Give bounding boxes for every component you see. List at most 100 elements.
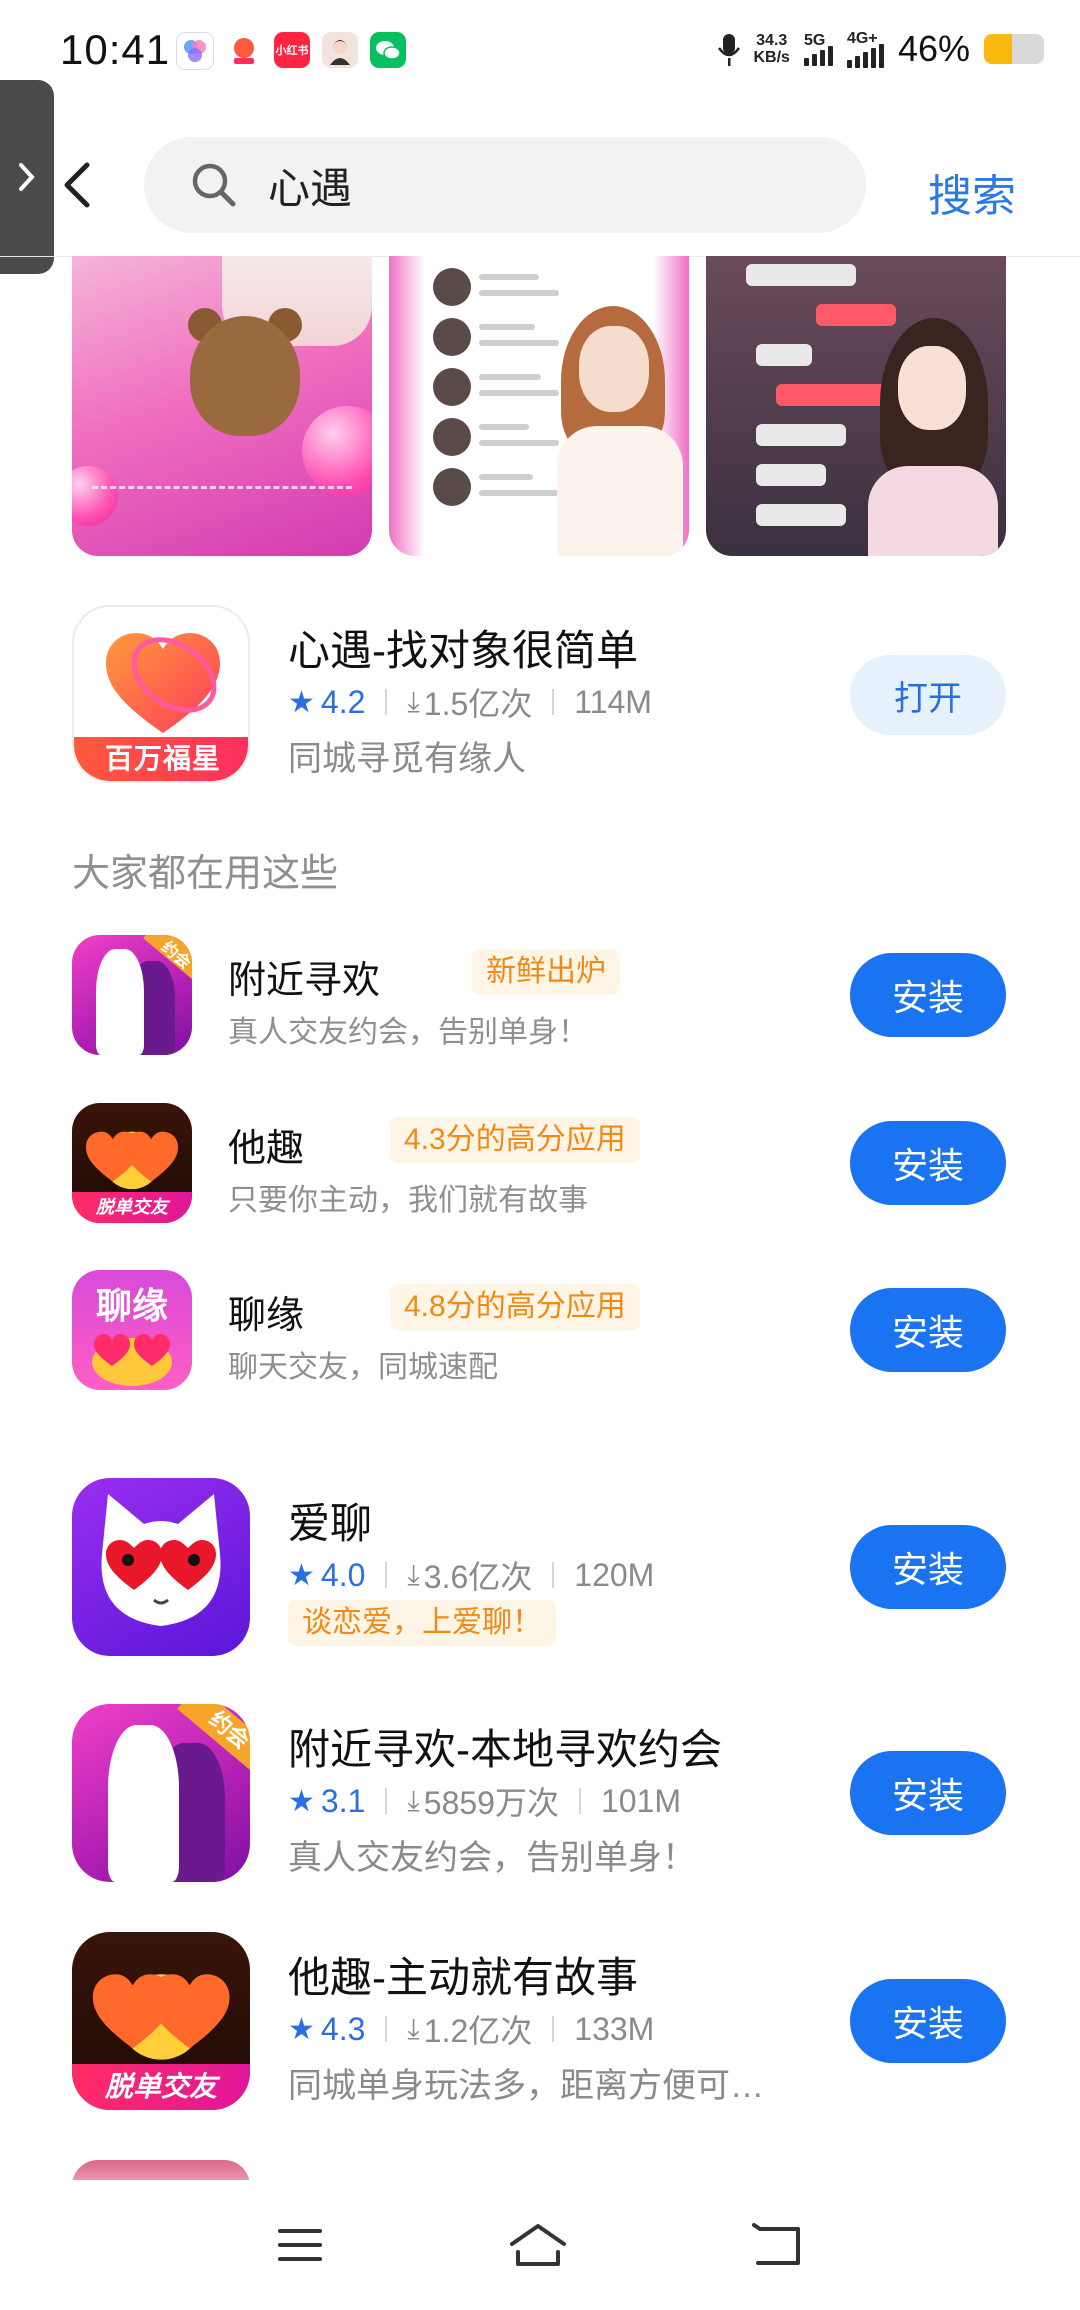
app-icon-ailiao[interactable] [72, 1478, 250, 1656]
app-title[interactable]: 他趣-主动就有故事 [288, 1944, 638, 2005]
screenshot-2[interactable] [389, 256, 689, 556]
app-store-icon [176, 32, 214, 70]
app-name[interactable]: 他趣 [228, 1117, 304, 1172]
hearts-icon [85, 1131, 179, 1190]
home-button[interactable] [508, 2220, 568, 2270]
app-icon-liaoyuan[interactable]: 聊缘 [72, 1270, 192, 1390]
app-description: 聊天交友，同城速配 [228, 1351, 498, 1384]
signal-4g-label: 4G+ [846, 30, 878, 47]
meta-divider [552, 2016, 555, 2042]
chat-bubble [756, 344, 812, 366]
back-button[interactable] [56, 158, 98, 212]
result-item[interactable]: 脱单交友 他趣-主动就有故事 ★ 4.3 ⤓ 1.2亿次 133M 同城单身玩法… [72, 1932, 1006, 2112]
app-icon-taqu[interactable]: 脱单交友 [72, 1103, 192, 1223]
search-button[interactable]: 搜索 [928, 160, 1016, 224]
silhouette-shape [107, 1725, 179, 1882]
recommended-item[interactable]: 脱单交友 他趣 4.3分的高分应用 只要你主动，我们就有故事 安装 [72, 1103, 1006, 1225]
app-icon-fujinxunhuan[interactable]: 约会 [72, 935, 192, 1055]
screenshot-3[interactable] [706, 256, 1006, 556]
decor-ball [72, 466, 118, 526]
app-size: 114M [574, 683, 652, 720]
app-downloads: 5859万次 [423, 1785, 559, 1821]
app-rating: 4.0 [320, 1556, 366, 1593]
app-meta: ★ 4.0 ⤓ 3.6亿次 120M [288, 1552, 654, 1598]
install-button[interactable]: 安装 [850, 1525, 1006, 1609]
recommended-item[interactable]: 聊缘 聊缘 4.8分的高分应用 聊天交友，同城速配 安装 [72, 1270, 1006, 1392]
star-icon: ★ [288, 1558, 315, 1592]
wechat-icon [370, 32, 406, 68]
result-item[interactable]: 约会 附近寻欢-本地寻欢约会 ★ 3.1 ⤓ 5859万次 101M 真人交友约… [72, 1704, 1006, 1884]
chat-bubble [756, 504, 846, 526]
screenshot-figure [549, 276, 689, 556]
app-icon-taqu[interactable]: 脱单交友 [72, 1932, 250, 2110]
recommended-item[interactable]: 约会 附近寻欢 新鲜出炉 真人交友约会，告别单身！ 安装 [72, 935, 1006, 1057]
install-button[interactable]: 安装 [850, 1121, 1006, 1205]
search-query[interactable]: 心遇 [268, 155, 352, 216]
app-badge: 4.3分的高分应用 [390, 1117, 640, 1163]
install-button[interactable]: 安装 [850, 1751, 1006, 1835]
notification-icons: 小红书 [176, 32, 406, 70]
icon-banner: 脱单交友 [72, 1191, 192, 1223]
heart-eyes-emoji-icon [92, 1334, 172, 1386]
open-button[interactable]: 打开 [850, 655, 1006, 735]
decor-dashed-line [92, 486, 352, 489]
download-icon: ⤓ [407, 1784, 420, 1816]
chevron-right-icon [19, 163, 35, 191]
install-button[interactable]: 安装 [850, 1979, 1006, 2063]
chat-row [433, 314, 559, 360]
app-badge: 4.8分的高分应用 [390, 1284, 640, 1330]
chat-row [433, 264, 559, 310]
star-icon: ★ [288, 685, 315, 719]
network-speed-value: 34.3 [756, 32, 788, 49]
app-downloads: 1.2亿次 [423, 2013, 533, 2049]
app-badge: 谈恋爱，上爱聊！ [288, 1600, 556, 1646]
app-description: 真人交友约会，告别单身！ [228, 1016, 588, 1049]
icon-banner: 百万福星 [74, 737, 248, 781]
signal-5g-icon: 5G [803, 32, 833, 66]
status-time: 10:41 [60, 26, 171, 73]
app-title[interactable]: 附近寻欢-本地寻欢约会 [288, 1716, 722, 1777]
app-meta: ★ 3.1 ⤓ 5859万次 101M [288, 1778, 681, 1824]
app-name[interactable]: 附近寻欢 [228, 949, 380, 1004]
search-icon [188, 159, 240, 211]
app-downloads: 3.6亿次 [423, 1559, 533, 1595]
signal-4g-icon: 4G+ [846, 30, 884, 68]
install-button[interactable]: 安装 [850, 1288, 1006, 1372]
meta-divider [385, 1562, 388, 1588]
result-item[interactable]: 爱聊 ★ 4.0 ⤓ 3.6亿次 120M 谈恋爱，上爱聊！ 安装 [72, 1478, 1006, 1658]
meta-divider [385, 1788, 388, 1814]
app-rating: 4.2 [320, 683, 366, 720]
battery-fill [984, 34, 1012, 64]
app-description: 同城单身玩法多，距离方便可… [288, 2067, 764, 2105]
app-size: 133M [574, 2010, 655, 2047]
screenshot-1[interactable] [72, 256, 372, 556]
status-bar: 10:41 小红书 34.3 KB/s 5G 4G+ 46% [0, 0, 1080, 110]
hearts-icon [92, 1974, 230, 2061]
microphone-icon [717, 32, 741, 66]
app-title[interactable]: 爱聊 [288, 1490, 372, 1551]
app-screenshots[interactable] [72, 256, 1006, 556]
decor-ball [302, 406, 372, 496]
app-meta: ★ 4.3 ⤓ 1.2亿次 133M [288, 2006, 654, 2052]
install-button[interactable]: 安装 [850, 953, 1006, 1037]
app-icon-fujinxunhuan[interactable]: 约会 [72, 1704, 250, 1882]
back-nav-icon [752, 2223, 800, 2265]
star-icon: ★ [288, 1784, 315, 1818]
back-nav-button[interactable] [748, 2220, 808, 2270]
app-icon-xinyu[interactable]: 百万福星 [72, 605, 250, 783]
screenshot-figure [854, 296, 1006, 556]
meta-divider [578, 1788, 581, 1814]
search-input[interactable]: 心遇 [144, 137, 866, 233]
download-icon: ⤓ [407, 2012, 420, 2044]
star-icon: ★ [288, 2012, 315, 2046]
menu-icon [278, 2229, 322, 2261]
menu-button[interactable] [270, 2220, 330, 2270]
floating-side-handle[interactable] [0, 80, 54, 274]
app-name[interactable]: 聊缘 [228, 1284, 304, 1339]
app-meta: ★ 4.2 ⤓ 1.5亿次 114M [288, 679, 652, 725]
network-speed-unit: KB/s [753, 49, 790, 66]
home-icon [510, 2224, 566, 2266]
silhouette-shape [96, 949, 144, 1055]
main-app-card[interactable]: 百万福星 心遇-找对象很简单 ★ 4.2 ⤓ 1.5亿次 114M 同城寻觅有缘… [72, 605, 1006, 785]
app-title[interactable]: 心遇-找对象很简单 [288, 617, 638, 678]
